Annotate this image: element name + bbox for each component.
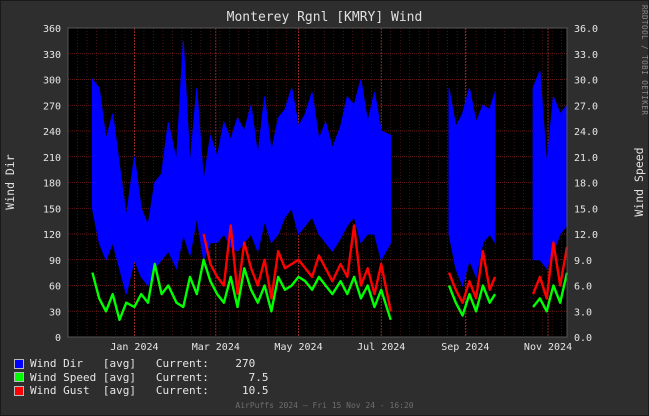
x-tick-label: Nov 2024 (524, 342, 572, 353)
y-left-tick-label: 180 (43, 179, 61, 190)
legend-current-value-wind-gust: 10.5 (241, 384, 269, 397)
x-tick-label: Sep 2024 (441, 342, 489, 353)
y-left-tick-label: 330 (43, 50, 61, 61)
legend-label-wind-dir: Wind Dir [avg] (30, 357, 136, 370)
legend-current-value-wind-dir: 270 (235, 357, 256, 370)
legend-swatch-wind-gust (14, 385, 24, 396)
y-right-tick-label: 21.0 (574, 153, 598, 164)
y-right-tick-label: 33.0 (574, 50, 598, 61)
legend-swatch-wind-speed (14, 372, 24, 383)
y-right-tick-label: 30.0 (574, 76, 598, 87)
legend-row-wind-gust: Wind Gust [avg] Current: 10.5 (14, 384, 268, 398)
y-left-tick-label: 120 (43, 230, 61, 241)
y-right-tick-label: 0.0 (574, 333, 592, 344)
legend-swatch-wind-dir (14, 358, 24, 369)
footer-text: AirPuffs 2024 — Fri 15 Nov 24 - 16:20 (235, 401, 414, 410)
legend-row-wind-dir: Wind Dir [avg] Current: 270 (14, 357, 268, 371)
legend-current-label-wind-speed: Current: (155, 370, 209, 384)
legend-current-value-wind-speed: 7.5 (248, 370, 269, 384)
legend: Wind Dir [avg] Current: 270 Wind Speed [… (14, 357, 268, 398)
y-left-tick-label: 240 (43, 127, 61, 138)
y-right-tick-label: 15.0 (574, 204, 598, 215)
y-right-tick-label: 18.0 (574, 179, 598, 190)
y-right-tick-label: 27.0 (574, 101, 598, 112)
legend-label-wind-gust: Wind Gust [avg] (30, 384, 136, 397)
y-right-tick-label: 24.0 (574, 127, 598, 138)
x-tick-label: Mar 2024 (192, 342, 240, 353)
y-right-tick-label: 9.0 (574, 256, 592, 267)
x-tick-label: May 2024 (274, 342, 322, 353)
legend-current-label-wind-dir: Current: (155, 357, 209, 370)
y-right-tick-label: 3.0 (574, 307, 592, 318)
y-left-tick-label: 90 (49, 256, 61, 267)
y-right-tick-label: 6.0 (574, 282, 592, 293)
legend-row-wind-speed: Wind Speed [avg] Current: 7.5 (14, 371, 268, 385)
x-tick-label: Jul 2024 (357, 342, 405, 353)
y-right-tick-label: 36.0 (574, 24, 598, 35)
y-left-tick-label: 210 (43, 153, 61, 164)
y-left-tick-label: 270 (43, 101, 61, 112)
y-left-tick-label: 30 (49, 307, 61, 318)
y-left-tick-label: 60 (49, 282, 61, 293)
chart-svg: 0 0.0 30 3.0 60 6.0 90 9.0 120 12.0 150 15.0 180 18.0… (43, 24, 598, 353)
legend-label-wind-speed: Wind Speed [avg] (30, 370, 136, 384)
y-left-tick-label: 300 (43, 76, 61, 87)
legend-current-label-wind-gust: Current: (155, 384, 209, 397)
y-right-tick-label: 12.0 (574, 230, 598, 241)
y-left-tick-label: 360 (43, 24, 61, 35)
x-tick-label: Jan 2024 (110, 342, 158, 353)
y-left-tick-label: 0 (55, 333, 61, 344)
y-left-tick-label: 150 (43, 204, 61, 215)
